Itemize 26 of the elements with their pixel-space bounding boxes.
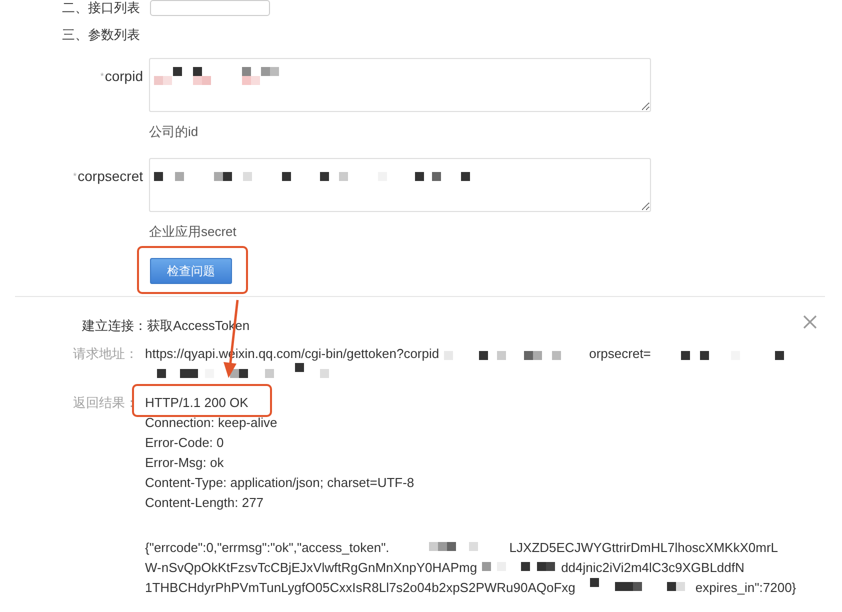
request-label: 请求地址： [73, 345, 139, 363]
url-text: orpsecret= [589, 345, 651, 363]
header-line: Error-Msg: ok [145, 454, 224, 472]
section-title: 三、参数列表 [62, 27, 140, 43]
close-icon[interactable] [803, 315, 817, 329]
json-text: dd4jnic2iVi2m4lC3c9XGBLddfN [561, 559, 744, 577]
text-area-field[interactable] [149, 58, 651, 112]
json-text: LJXZD5ECJWYGttrirDmHL7lhoscXMKkX0mrL [509, 539, 778, 557]
header-line: Content-Type: application/json; charset=UTF-8 [145, 474, 414, 492]
header-line: Content-Length: 277 [145, 494, 264, 512]
check-button[interactable]: 检查问题 [150, 258, 232, 284]
select-field[interactable] [150, 0, 270, 16]
text-area-field[interactable] [149, 158, 651, 212]
field-hint: 企业应用secret [149, 224, 236, 240]
json-text: {"errcode":0,"errmsg":"ok","access_token". [145, 539, 390, 557]
response-label: 返回结果： [73, 394, 139, 412]
json-text: expires_in":7200} [695, 579, 796, 597]
status-line: HTTP/1.1 200 OK [145, 395, 248, 410]
json-text: 1THBCHdyrPhPVmTunLygfO05CxxIsR8Ll7s2o04b2xpS2PWRu90AQoFxg [145, 579, 576, 597]
header-line: Connection: keep-alive [145, 414, 278, 432]
field-hint: 公司的id [149, 124, 198, 140]
field-label: *corpid [100, 67, 143, 85]
section-title: 二、接口列表 [62, 0, 140, 16]
field-label: *corpsecret [73, 167, 143, 185]
header-line: Error-Code: 0 [145, 434, 224, 452]
json-text: W-nSvQpOkKtFzsvTcCBjEJxVlwftRgGnMnXnpY0HAPmg [145, 559, 478, 577]
